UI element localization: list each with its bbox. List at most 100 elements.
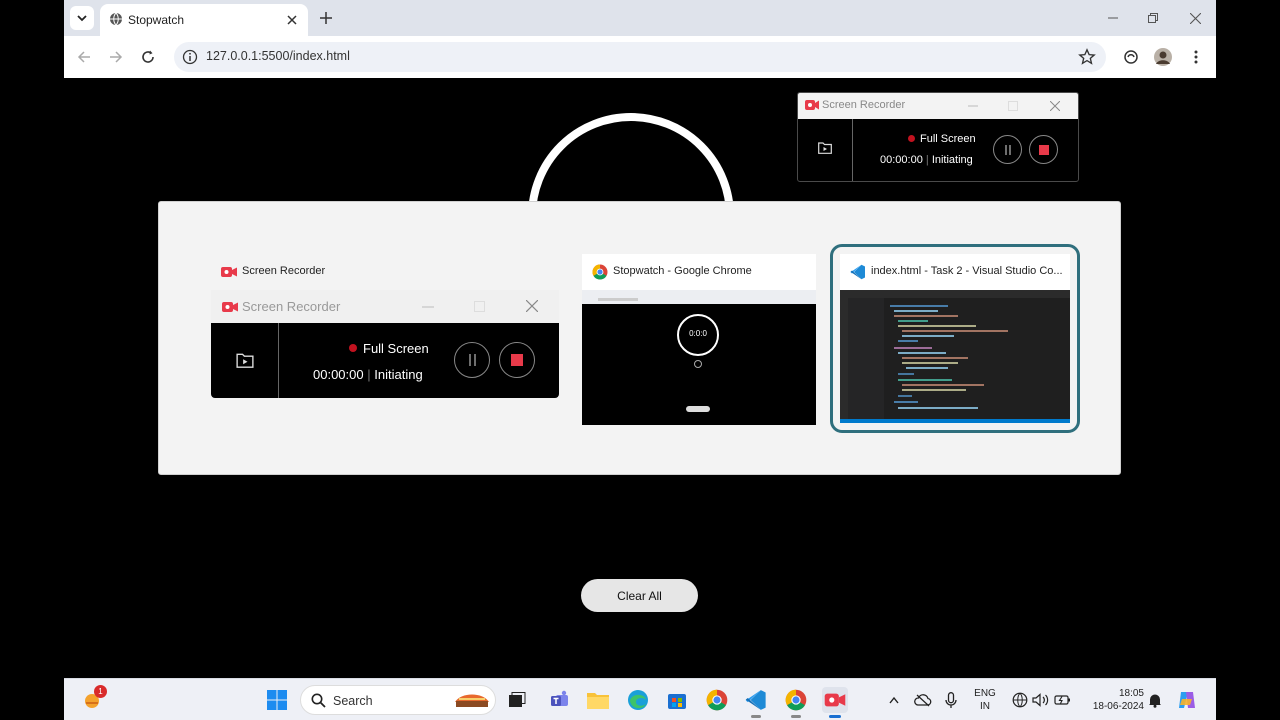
stop-button[interactable] <box>1029 135 1058 164</box>
folder-video-icon <box>236 353 254 368</box>
address-bar[interactable]: 127.0.0.1:5500/index.html <box>174 42 1106 72</box>
window-close-button[interactable] <box>1184 8 1206 28</box>
battery-button[interactable] <box>1050 687 1076 713</box>
screen-recorder-window[interactable]: Screen Recorder Full Screen 00:00:00 | I… <box>797 92 1079 182</box>
profile-avatar[interactable] <box>1152 46 1174 68</box>
recorder-app-icon <box>805 100 819 110</box>
recorder-folder-pane <box>798 119 853 181</box>
new-tab-button[interactable] <box>317 9 335 27</box>
store-icon <box>668 694 686 709</box>
preview-stop-button <box>499 342 535 378</box>
preview-browser-bar <box>582 290 816 304</box>
microphone-button[interactable] <box>938 687 964 713</box>
more-vertical-icon <box>1194 50 1198 64</box>
copilot-icon <box>1179 692 1195 708</box>
clear-all-button[interactable]: Clear All <box>581 579 698 612</box>
pause-button[interactable] <box>993 135 1022 164</box>
task-switcher: Screen Recorder Screen Recorder Full Scr… <box>158 201 1121 475</box>
reload-icon <box>142 50 154 63</box>
file-explorer-button[interactable] <box>585 687 611 713</box>
chrome-profile-taskbar-button[interactable] <box>783 687 809 718</box>
chrome-icon <box>785 689 807 711</box>
store-button[interactable] <box>664 687 690 713</box>
copilot-button[interactable] <box>1174 687 1200 713</box>
widgets-button[interactable]: 1 <box>79 685 107 713</box>
right-letterbox <box>1216 0 1280 720</box>
bookmark-star-icon[interactable] <box>1078 48 1096 66</box>
preview-activity-bar <box>840 298 848 419</box>
preview-recorder-status: Initiating <box>374 367 423 382</box>
preview-titlebar <box>840 290 1070 298</box>
arrow-right-icon <box>110 51 123 63</box>
edge-icon <box>628 690 648 710</box>
clock-time: 18:05 <box>1118 688 1144 699</box>
forward-button[interactable] <box>105 46 127 68</box>
language-indicator[interactable]: ENG IN <box>970 687 1000 713</box>
close-icon[interactable] <box>1050 101 1060 111</box>
region-code: IN <box>980 701 990 712</box>
teams-button[interactable] <box>547 687 573 713</box>
info-icon[interactable] <box>182 49 198 65</box>
speaker-icon <box>1032 693 1049 707</box>
switcher-card-chrome[interactable]: Stopwatch - Google Chrome 0:0:0 <box>582 254 816 425</box>
globe-icon <box>110 12 122 26</box>
notifications-button[interactable] <box>1142 687 1168 713</box>
switcher-card-vscode[interactable]: index.html - Task 2 - Visual Studio Co..… <box>830 244 1080 433</box>
screen-recorder-taskbar-button[interactable] <box>822 687 848 718</box>
minimize-button[interactable] <box>1102 8 1124 28</box>
task-view-button[interactable] <box>504 687 530 713</box>
edge-button[interactable] <box>625 687 651 713</box>
extension-icon <box>1124 50 1138 64</box>
preview-small-button <box>694 360 702 368</box>
folder-video-icon[interactable] <box>818 142 832 154</box>
tab-close-button[interactable] <box>284 12 300 28</box>
clock[interactable]: 18:05 18-06-2024 <box>1082 687 1144 713</box>
minimize-icon <box>1108 17 1118 19</box>
show-hidden-icons-button[interactable] <box>881 687 907 713</box>
maximize-icon <box>474 301 485 312</box>
recording-dot <box>908 135 915 142</box>
language-code: ENG <box>974 688 996 699</box>
vscode-icon <box>745 690 766 710</box>
restore-button[interactable] <box>1142 8 1164 28</box>
reload-button[interactable] <box>137 46 159 68</box>
menu-button[interactable] <box>1185 46 1207 68</box>
preview-statusbar <box>840 419 1070 423</box>
card-header: Screen Recorder <box>211 254 559 290</box>
back-button[interactable] <box>73 46 95 68</box>
recorder-app-icon <box>222 302 238 312</box>
preview-stopwatch-ring: 0:0:0 <box>677 314 719 356</box>
recorder-mode: Full Screen <box>920 133 976 145</box>
minimize-icon <box>422 306 434 308</box>
taskbar-search[interactable]: Search <box>300 685 496 715</box>
recorder-app-icon <box>824 693 846 707</box>
maximize-icon[interactable] <box>1008 101 1018 111</box>
preview-code-lines <box>890 305 1008 409</box>
running-indicator <box>751 715 761 718</box>
preview-recorder-title: Screen Recorder <box>242 299 341 314</box>
tab-stopwatch[interactable]: Stopwatch <box>100 4 308 36</box>
minimize-icon[interactable] <box>968 105 978 107</box>
tab-search-button[interactable] <box>70 6 94 30</box>
pause-icon <box>1004 144 1011 155</box>
preview-clear-button <box>686 406 710 412</box>
bell-icon <box>1149 694 1161 708</box>
taskbar: 1 Search ENG IN 18:05 18-06-2024 <box>64 678 1216 720</box>
teams-icon <box>551 690 568 706</box>
widget-badge: 1 <box>94 685 107 698</box>
pause-icon <box>468 354 476 366</box>
plus-icon <box>320 12 332 24</box>
onedrive-button[interactable] <box>910 687 936 713</box>
vscode-icon <box>850 264 865 280</box>
start-button[interactable] <box>264 687 290 713</box>
chevron-down-icon <box>77 15 87 22</box>
screen: Stopwatch 127.0.0.1:5500/index.html Scre… <box>64 0 1216 720</box>
extensions-button[interactable] <box>1120 46 1142 68</box>
preview-time-status: 00:00:00 | Initiating <box>313 367 423 382</box>
recorder-titlebar[interactable]: Screen Recorder <box>798 93 1078 119</box>
chrome-taskbar-button[interactable] <box>704 687 730 713</box>
preview-recorder-mode: Full Screen <box>363 341 429 356</box>
browser-toolbar: 127.0.0.1:5500/index.html <box>64 36 1216 78</box>
vscode-taskbar-button[interactable] <box>743 687 769 718</box>
switcher-card-screen-recorder[interactable]: Screen Recorder Screen Recorder Full Scr… <box>211 254 559 398</box>
